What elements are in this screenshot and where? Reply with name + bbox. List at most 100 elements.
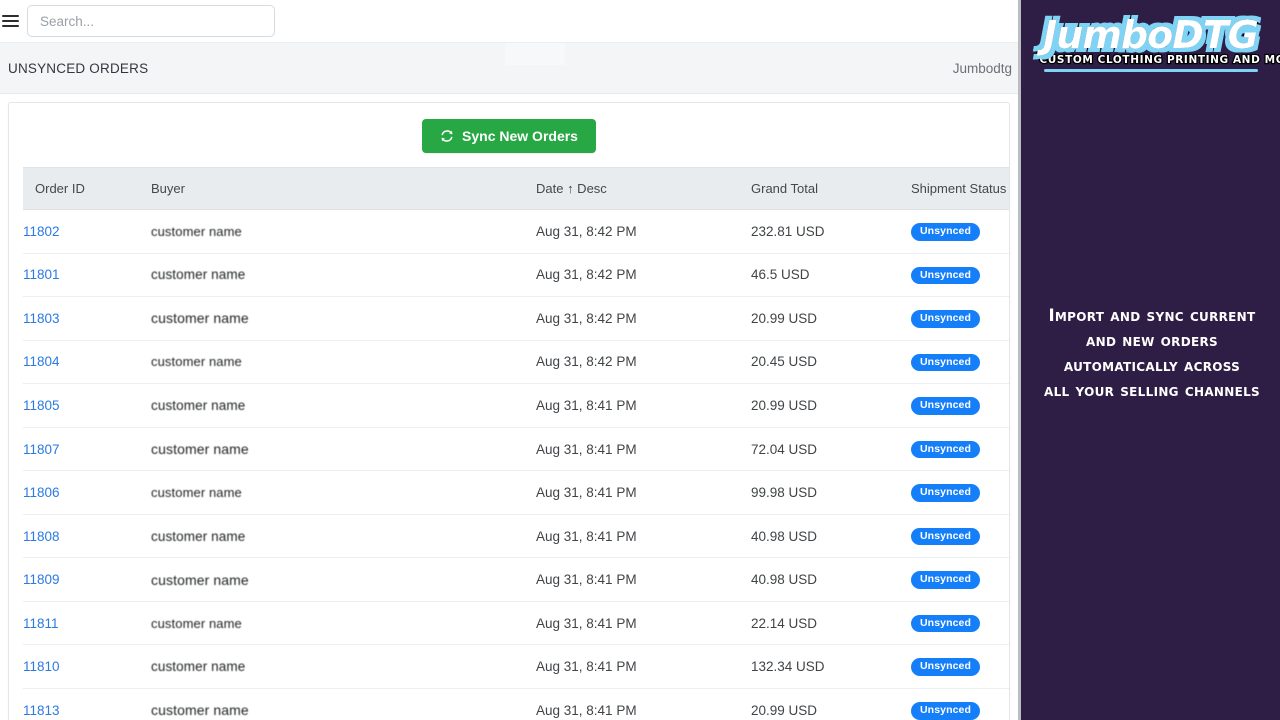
cell-date: Aug 31, 8:41 PM <box>536 383 751 428</box>
cell-shipment-status: Unsynced <box>911 340 1009 385</box>
column-header-order-id[interactable]: Order ID <box>23 167 151 210</box>
cell-date: Aug 31, 8:42 PM <box>536 209 751 254</box>
table-header-row: Order ID Buyer Date ↑ Desc Grand Total S… <box>23 167 1009 210</box>
cell-order-id: 11802 <box>23 209 151 254</box>
cell-buyer: customer name <box>151 209 536 254</box>
cell-date: Aug 31, 8:41 PM <box>536 427 751 472</box>
cell-order-id: 11807 <box>23 427 151 472</box>
order-id-link[interactable]: 11805 <box>23 398 60 413</box>
buyer-name: customer name <box>151 615 242 631</box>
buyer-name: customer name <box>151 659 246 675</box>
cell-grand-total: 99.98 USD <box>751 470 911 515</box>
main-app-area: UNSYNCED ORDERS Jumbodtg Sync New Orders <box>0 0 1018 720</box>
cell-grand-total: 40.98 USD <box>751 514 911 559</box>
buyer-name: customer name <box>151 223 242 239</box>
buyer-name: customer name <box>151 485 242 501</box>
orders-table-head: Order ID Buyer Date ↑ Desc Grand Total S… <box>23 167 1009 210</box>
buyer-name: customer name <box>151 267 246 283</box>
table-row[interactable]: 11801 customer name Aug 31, 8:42 PM 46.5 US… <box>23 253 1009 298</box>
cell-buyer: customer name <box>151 427 536 472</box>
buyer-name: customer name <box>151 441 249 457</box>
table-row[interactable]: 11810 customer name Aug 31, 8:41 PM 132.34 … <box>23 644 1009 690</box>
cell-buyer: customer name <box>151 557 536 602</box>
cell-order-id: 11804 <box>23 340 151 385</box>
logo-graphic: JumboDTG CUSTOM CLOTHING PRINTING AND MO… <box>1038 14 1280 90</box>
header-placeholder-block <box>505 43 565 65</box>
cell-order-id: 11813 <box>23 688 151 720</box>
hamburger-menu-icon[interactable] <box>0 11 26 31</box>
sync-new-orders-button[interactable]: Sync New Orders <box>422 119 596 153</box>
cell-shipment-status: Unsynced <box>911 644 1009 690</box>
cell-buyer: customer name <box>151 470 536 515</box>
card-toolbar: Sync New Orders <box>9 103 1009 167</box>
table-row[interactable]: 11804 customer name Aug 31, 8:42 PM 20.45 U… <box>23 340 1009 385</box>
order-id-link[interactable]: 11806 <box>23 485 60 500</box>
promo-headline-line: Import and sync current <box>1048 306 1256 325</box>
table-row[interactable]: 11803 customer name Aug 31, 8:42 PM 20.99 U… <box>23 296 1009 341</box>
cell-shipment-status: Unsynced <box>911 427 1009 472</box>
table-row[interactable]: 11806 customer name Aug 31, 8:41 PM 99.98 U… <box>23 470 1009 515</box>
cell-date: Aug 31, 8:42 PM <box>536 296 751 341</box>
order-id-link[interactable]: 11804 <box>23 354 60 369</box>
cell-date: Aug 31, 8:41 PM <box>536 557 751 602</box>
column-header-grand-total[interactable]: Grand Total <box>751 167 911 210</box>
table-row[interactable]: 11813 customer name Aug 31, 8:41 PM 20.99 U… <box>23 688 1009 720</box>
cell-shipment-status: Unsynced <box>911 514 1009 559</box>
cell-order-id: 11801 <box>23 253 151 298</box>
status-badge: Unsynced <box>911 614 980 633</box>
column-header-date[interactable]: Date ↑ Desc <box>536 167 751 210</box>
orders-table-body: 11802 customer name Aug 31, 8:42 PM 232.81 … <box>23 209 1009 720</box>
order-id-link[interactable]: 11803 <box>23 311 60 326</box>
column-header-shipment-status[interactable]: Shipment Status <box>911 167 1009 210</box>
promo-headline-line: automatically across <box>1063 356 1241 376</box>
status-badge: Unsynced <box>911 571 980 589</box>
table-row[interactable]: 11811 customer name Aug 31, 8:41 PM 22.14 U… <box>23 601 1009 646</box>
cell-grand-total: 22.14 USD <box>751 601 911 646</box>
order-id-link[interactable]: 11801 <box>23 267 60 282</box>
table-row[interactable]: 11809 customer name Aug 31, 8:41 PM 40.98 U… <box>23 557 1009 602</box>
order-id-link[interactable]: 11802 <box>23 224 60 239</box>
table-row[interactable]: 11802 customer name Aug 31, 8:42 PM 232.81 … <box>23 209 1009 254</box>
cell-date: Aug 31, 8:41 PM <box>536 601 751 646</box>
cell-buyer: customer name <box>151 253 536 298</box>
order-id-link[interactable]: 11807 <box>23 442 60 457</box>
page-title: UNSYNCED ORDERS <box>8 60 149 76</box>
top-bar <box>0 0 1018 42</box>
app-root: UNSYNCED ORDERS Jumbodtg Sync New Orders <box>0 0 1280 720</box>
status-badge: Unsynced <box>911 440 980 459</box>
status-badge: Unsynced <box>911 310 980 328</box>
order-id-link[interactable]: 11811 <box>23 616 59 631</box>
order-id-link[interactable]: 11809 <box>23 572 60 587</box>
promo-headline-line: all your selling channels <box>1044 381 1260 401</box>
cell-order-id: 11808 <box>23 514 151 559</box>
sync-button-label: Sync New Orders <box>462 128 578 144</box>
cell-shipment-status: Unsynced <box>911 209 1009 254</box>
cell-date: Aug 31, 8:41 PM <box>536 688 751 720</box>
order-id-link[interactable]: 11813 <box>23 703 60 718</box>
cell-buyer: customer name <box>151 296 536 341</box>
cell-date: Aug 31, 8:41 PM <box>536 644 751 690</box>
cell-grand-total: 40.98 USD <box>751 557 911 602</box>
status-badge: Unsynced <box>911 266 980 285</box>
status-badge: Unsynced <box>911 397 980 415</box>
search-input[interactable] <box>27 5 275 37</box>
cell-buyer: customer name <box>151 514 536 559</box>
orders-card: Sync New Orders Order ID Buyer Date ↑ De… <box>8 102 1010 720</box>
table-row[interactable]: 11805 customer name Aug 31, 8:41 PM 20.99 U… <box>23 383 1009 428</box>
orders-table: Order ID Buyer Date ↑ Desc Grand Total S… <box>23 167 1009 720</box>
cell-buyer: customer name <box>151 383 536 428</box>
table-row[interactable]: 11808 customer name Aug 31, 8:41 PM 40.98 U… <box>23 514 1009 559</box>
cell-grand-total: 232.81 USD <box>751 209 911 254</box>
table-row[interactable]: 11807 customer name Aug 31, 8:41 PM 72.04 U… <box>23 427 1009 472</box>
buyer-name: customer name <box>151 528 246 544</box>
column-header-buyer[interactable]: Buyer <box>151 167 536 210</box>
cell-buyer: customer name <box>151 644 536 690</box>
order-id-link[interactable]: 11810 <box>23 659 60 674</box>
cell-order-id: 11810 <box>23 644 151 690</box>
brand-logo: JumboDTG CUSTOM CLOTHING PRINTING AND MO… <box>1021 0 1280 90</box>
cell-shipment-status: Unsynced <box>911 601 1009 646</box>
order-id-link[interactable]: 11808 <box>23 529 60 544</box>
cell-shipment-status: Unsynced <box>911 470 1009 515</box>
status-badge: Unsynced <box>911 658 980 677</box>
status-badge: Unsynced <box>911 353 980 372</box>
